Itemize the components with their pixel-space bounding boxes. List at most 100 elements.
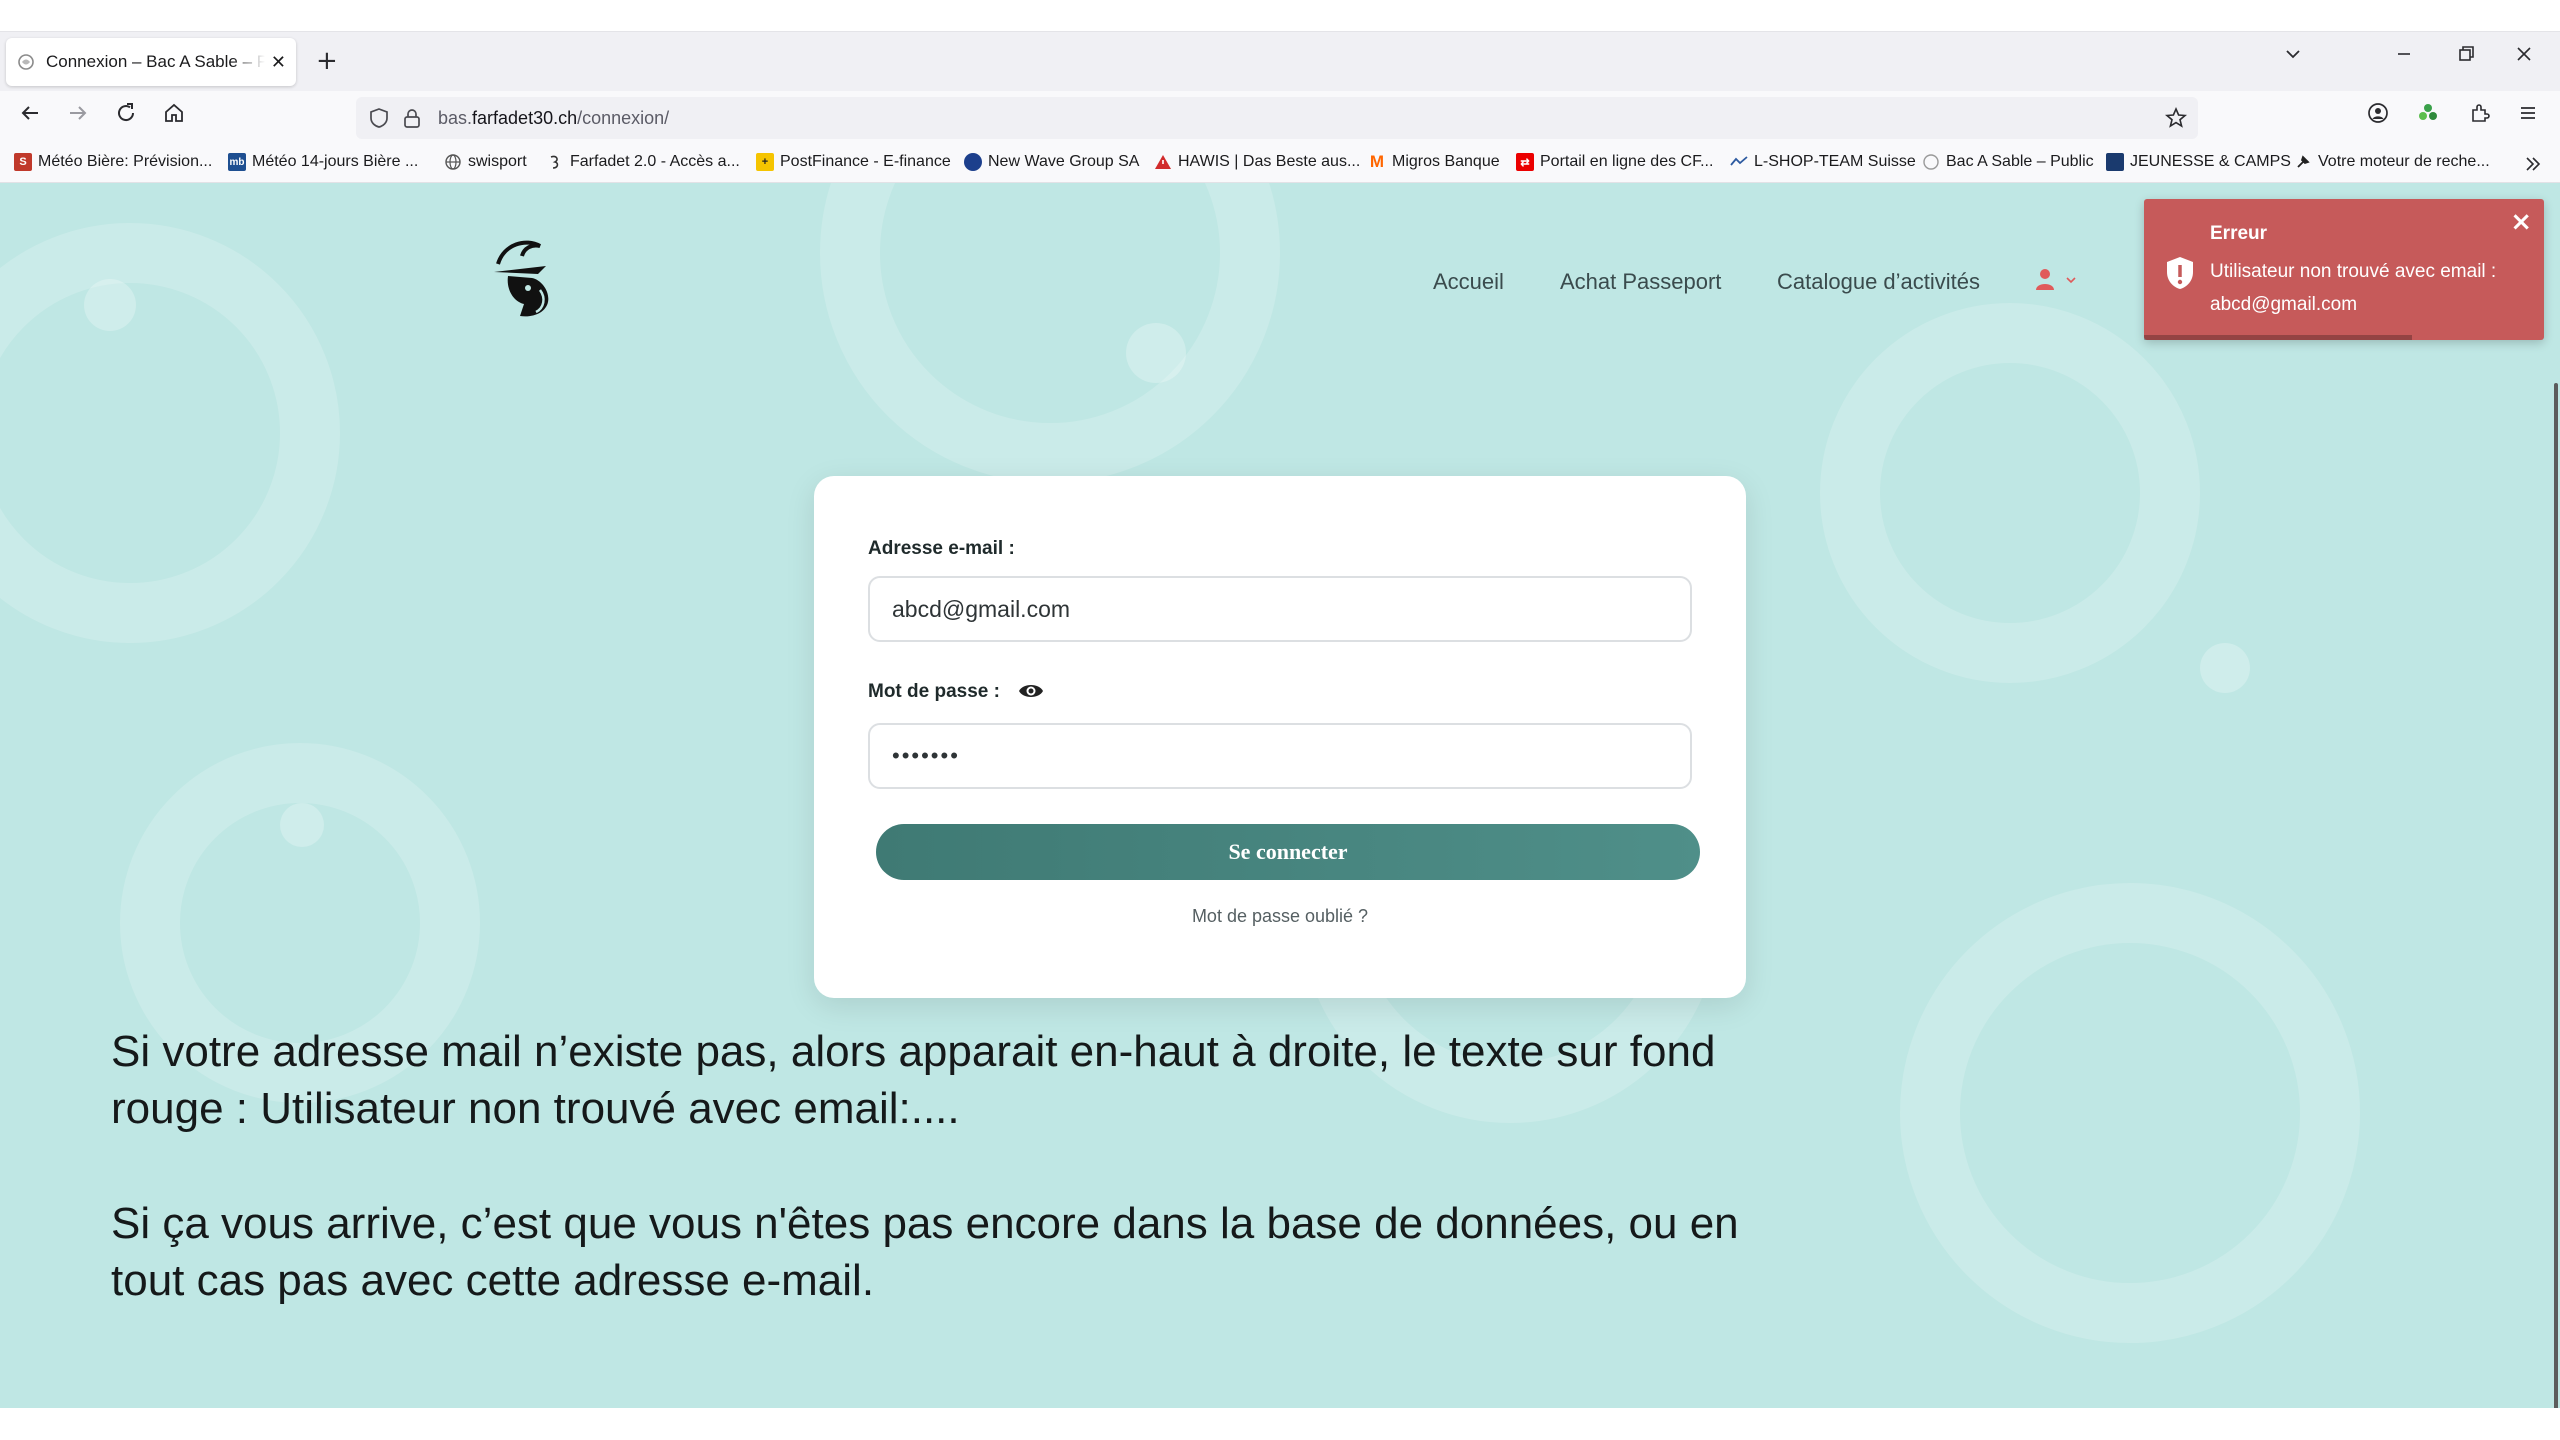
pin-icon — [2294, 153, 2312, 171]
more-bookmarks-chevron-icon[interactable] — [2522, 153, 2544, 179]
browser-tab[interactable]: Connexion – Bac A Sable – Passeport ✕ — [6, 38, 296, 86]
bookmark-item[interactable]: Votre moteur de reche... — [2294, 153, 2490, 171]
minimize-icon[interactable] — [2394, 44, 2414, 70]
email-field[interactable]: abcd@gmail.com — [868, 576, 1692, 642]
bookmarks-bar: S Météo Bière: Prévision... mb Météo 14-jo… — [0, 145, 2560, 183]
background-dot — [280, 803, 324, 847]
account-icon[interactable] — [2366, 101, 2390, 131]
new-tab-button[interactable]: + — [316, 46, 338, 76]
error-toast: Erreur Utilisateur non trouvé avec email… — [2144, 199, 2544, 340]
background-shape — [0, 223, 340, 643]
background-shape — [820, 183, 1280, 483]
chevron-down-icon — [2064, 272, 2078, 291]
bookmark-mb-icon: mb — [228, 153, 246, 171]
jc-icon — [2106, 153, 2124, 171]
bookmark-label: Météo 14-jours Bière ... — [252, 153, 419, 170]
window-bottom-edge — [0, 1408, 2560, 1440]
extension-clover-icon[interactable] — [2416, 101, 2440, 131]
tab-bar: Connexion – Bac A Sable – Passeport ✕ + — [0, 31, 2560, 91]
menu-hamburger-icon[interactable] — [2516, 101, 2540, 131]
tab-title: Connexion – Bac A Sable – Passeport — [46, 52, 265, 71]
url-path: /connexion/ — [577, 108, 670, 128]
toast-progress-bar — [2144, 335, 2412, 340]
navigation-toolbar: bas.farfadet30.ch/connexion/ — [0, 91, 2560, 145]
shield-icon[interactable] — [368, 107, 390, 133]
forward-icon[interactable] — [66, 101, 90, 131]
farfadet-logo[interactable] — [480, 228, 580, 328]
globe-icon — [444, 153, 462, 171]
migros-icon: M — [1369, 152, 1385, 171]
user-menu[interactable] — [2034, 267, 2078, 295]
bookmark-label: PostFinance - E-finance — [780, 153, 951, 170]
bookmark-item[interactable]: L-SHOP-TEAM Suisse — [1730, 153, 1916, 171]
bookmark-item[interactable]: + PostFinance - E-finance — [756, 153, 951, 171]
bookmark-item[interactable]: JEUNESSE & CAMPS — [2106, 153, 2291, 171]
page-scrollbar[interactable] — [2554, 383, 2558, 1408]
url-domain: farfadet30.ch — [472, 108, 578, 128]
extensions-puzzle-icon[interactable] — [2468, 101, 2492, 131]
toast-message: Utilisateur non trouvé avec email : abcd… — [2210, 261, 2497, 315]
shield-exclamation-icon — [2164, 255, 2196, 295]
bookmark-star-icon[interactable] — [2164, 106, 2188, 134]
bookmark-item[interactable]: Farfadet 2.0 - Accès a... — [546, 153, 740, 171]
bookmark-item[interactable]: S Météo Bière: Prévision... — [14, 153, 212, 171]
lock-icon[interactable] — [402, 107, 422, 133]
password-label: Mot de passe : — [868, 681, 1000, 702]
show-password-eye-icon[interactable] — [1018, 681, 1044, 705]
background-dot — [2200, 643, 2250, 693]
explanation-paragraph-2: Si ça vous arrive, c’est que vous n'êtes… — [111, 1199, 1739, 1305]
explanation-paragraph-1: Si votre adresse mail n’existe pas, alor… — [111, 1027, 1716, 1133]
email-label: Adresse e-mail : — [868, 538, 1015, 559]
bookmark-label: JEUNESSE & CAMPS — [2130, 153, 2291, 170]
bookmark-label: HAWIS | Das Beste aus... — [1178, 153, 1361, 170]
nav-link-accueil[interactable]: Accueil — [1433, 269, 1504, 295]
bookmark-item[interactable]: New Wave Group SA — [964, 153, 1139, 171]
bookmark-item[interactable]: ⇄ Portail en ligne des CF... — [1516, 153, 1713, 171]
nav-link-achat-passeport[interactable]: Achat Passeport — [1560, 269, 1721, 295]
farfadet-icon — [546, 153, 564, 171]
background-dot — [84, 279, 136, 331]
bookmark-label: Bac A Sable – Public — [1946, 153, 2094, 170]
reload-icon[interactable] — [114, 101, 138, 131]
bookmark-label: Votre moteur de reche... — [2318, 153, 2490, 170]
toast-title: Erreur — [2210, 223, 2268, 244]
bookmark-label: swisport — [468, 153, 527, 170]
bookmark-item[interactable]: HAWIS | Das Beste aus... — [1154, 153, 1360, 171]
restore-icon[interactable] — [2456, 44, 2476, 70]
url-bar[interactable]: bas.farfadet30.ch/connexion/ — [356, 97, 2198, 139]
background-shape — [1900, 883, 2360, 1343]
site-favicon-icon — [16, 52, 36, 72]
screen: Connexion – Bac A Sable – Passeport ✕ + — [0, 0, 2560, 1440]
lshop-icon — [1730, 153, 1748, 171]
bas-icon — [1922, 153, 1940, 171]
password-field[interactable]: ••••••• — [868, 723, 1692, 789]
url-text[interactable]: bas.farfadet30.ch/connexion/ — [438, 108, 669, 129]
tab-list-chevron-icon[interactable] — [2283, 44, 2303, 70]
bookmark-item[interactable]: swisport — [444, 153, 527, 171]
bookmark-item[interactable]: M Migros Banque — [1368, 152, 1500, 171]
home-icon[interactable] — [162, 101, 186, 131]
bookmark-item[interactable]: Bac A Sable – Public — [1922, 153, 2094, 171]
tab-close-icon[interactable]: ✕ — [271, 52, 286, 73]
forgot-password-link-text[interactable]: Mot de passe oublié ? — [1192, 906, 1368, 926]
bookmark-label: Migros Banque — [1392, 153, 1500, 170]
back-icon[interactable] — [18, 101, 42, 131]
url-prefix: bas. — [438, 108, 473, 128]
bookmark-label: Météo Bière: Prévision... — [38, 153, 213, 170]
bookmark-item[interactable]: mb Météo 14-jours Bière ... — [228, 153, 418, 171]
bookmark-label: Portail en ligne des CF... — [1540, 153, 1714, 170]
warning-icon — [1154, 153, 1172, 171]
login-button[interactable]: Se connecter — [876, 824, 1700, 880]
toast-close-icon[interactable]: × — [2510, 207, 2532, 237]
postfinance-icon: + — [756, 153, 774, 171]
sbb-icon: ⇄ — [1516, 153, 1534, 171]
newwave-icon — [964, 153, 982, 171]
nav-link-catalogue[interactable]: Catalogue d’activités — [1777, 269, 1980, 295]
bookmark-label: Farfadet 2.0 - Accès a... — [570, 153, 740, 170]
bookmark-label: New Wave Group SA — [988, 153, 1140, 170]
page-content: Accueil Achat Passeport Catalogue d’acti… — [0, 183, 2560, 1408]
close-window-icon[interactable] — [2514, 44, 2534, 70]
user-icon — [2034, 267, 2056, 295]
login-card: Adresse e-mail : abcd@gmail.com Mot de p… — [814, 476, 1746, 998]
bookmark-s-icon: S — [14, 153, 32, 171]
